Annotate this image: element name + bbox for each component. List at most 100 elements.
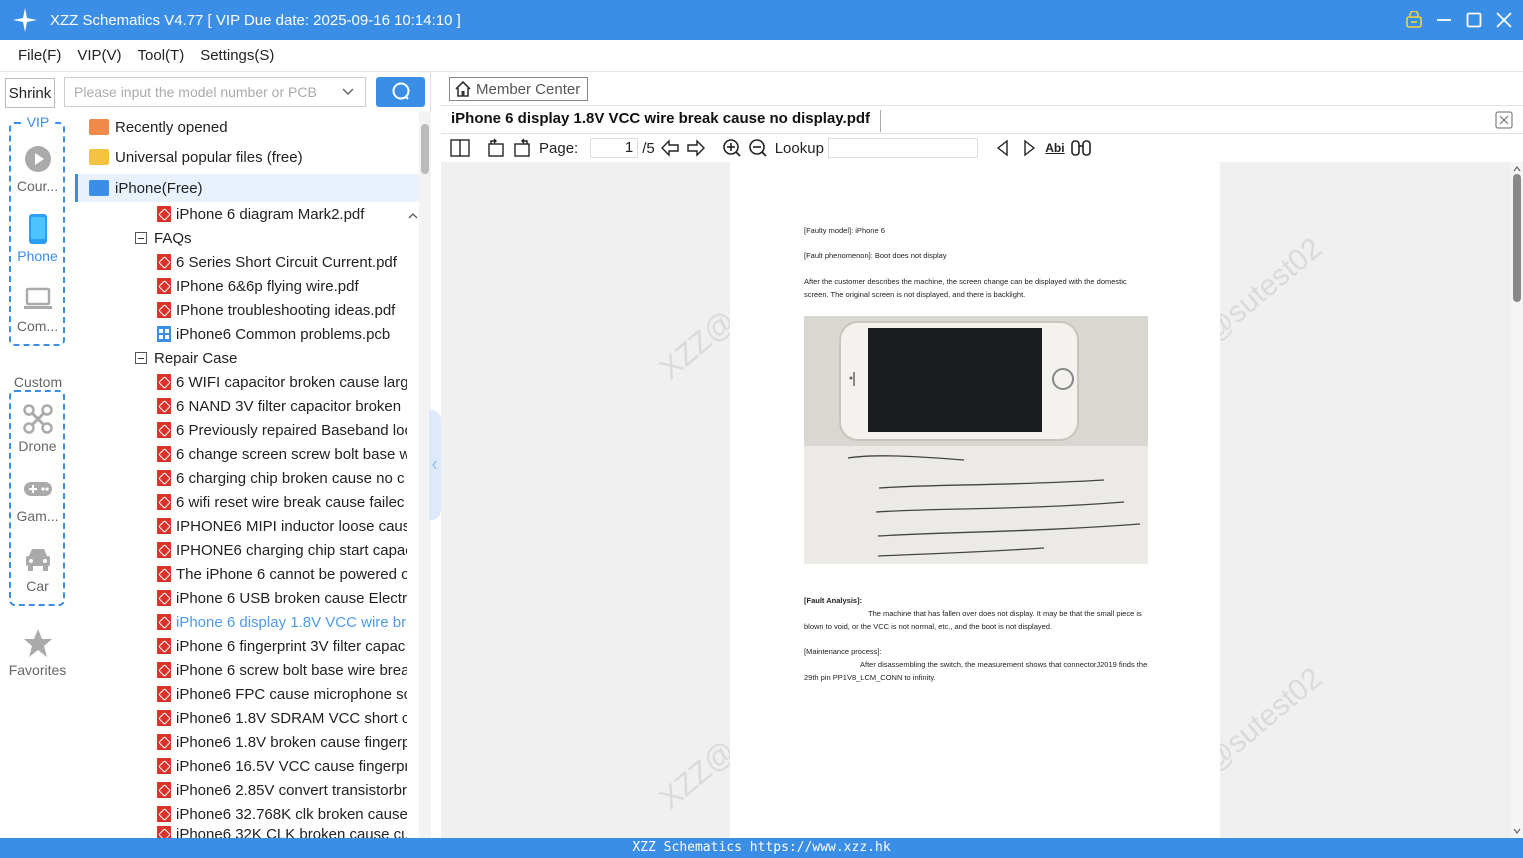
tree-file[interactable]: iPhone6 1.8V broken cause fingerp (157, 730, 407, 754)
tree-file[interactable]: 6 WIFI capacitor broken cause larg (157, 370, 407, 394)
tree-file[interactable]: iPhone6 FPC cause microphone sc (157, 682, 407, 706)
search-input[interactable]: Please input the model number or PCB (64, 77, 366, 107)
app-logo-icon (12, 7, 38, 33)
close-tab-icon[interactable] (1495, 111, 1513, 129)
laptop-icon (23, 284, 53, 314)
home-icon (454, 80, 472, 98)
lookup-label: Lookup (774, 139, 824, 157)
nav-item-label: Car (26, 578, 49, 594)
shrink-button[interactable]: Shrink (5, 78, 55, 108)
lookup-input[interactable] (827, 138, 978, 158)
pdf-icon (157, 302, 171, 318)
tree-folder-iphone[interactable]: iPhone(Free) (75, 174, 419, 202)
tree-file[interactable]: The iPhone 6 cannot be powered o (157, 562, 407, 586)
phone-photo (804, 316, 1148, 564)
tree-file[interactable]: iPhone 6 fingerprint 3V filter capac (157, 634, 407, 658)
tree-group-label: Repair Case (154, 349, 238, 367)
nav-item-computer[interactable]: Com... (0, 284, 75, 334)
collapse-icon[interactable] (135, 232, 147, 244)
nav-item-courses[interactable]: Cour... (0, 144, 75, 194)
nav-item-game[interactable]: Gam... (0, 474, 75, 524)
tree-file[interactable]: iPhone6 16.5V VCC cause fingerpri (157, 754, 407, 778)
tree-file[interactable]: iPhone6 Common problems.pcb (157, 322, 419, 346)
tree-file[interactable]: IPhone 6&6p flying wire.pdf (157, 274, 419, 298)
tree-file-label: iPhone 6 screw bolt base wire brea (176, 661, 407, 679)
tree-file-label: 6 charging chip broken cause no c (176, 469, 405, 487)
tree-folder-recent[interactable]: Recently opened (75, 115, 419, 139)
pdf-icon (157, 710, 171, 726)
tree-file-label: 6 change screen screw bolt base w (176, 445, 407, 463)
tree-file[interactable]: iPhone 6 USB broken cause Electri (157, 586, 407, 610)
tree-file-label: IPHONE6 MIPI inductor loose caus (176, 517, 407, 535)
tree-file-label: 6 wifi reset wire break cause failec (176, 493, 405, 511)
tree-file-label: 6 WIFI capacitor broken cause larg (176, 373, 407, 391)
zoom-in-icon[interactable] (721, 137, 743, 159)
search-placeholder: Please input the model number or PCB (74, 84, 317, 100)
tree-file[interactable]: iPhone 6 screw bolt base wire brea (157, 658, 407, 682)
tree-file-label: iPhone 6 USB broken cause Electri (176, 589, 407, 607)
document-scrollbar-thumb[interactable] (1513, 174, 1521, 302)
member-center-button[interactable]: Member Center (449, 77, 588, 101)
menu-tool[interactable]: Tool(T) (138, 47, 185, 64)
next-result-icon[interactable] (1018, 137, 1040, 159)
sidebar-toggle-icon[interactable] (449, 137, 471, 159)
tree-file-active[interactable]: iPhone 6 display 1.8V VCC wire bre (157, 610, 407, 634)
tree-file[interactable]: iPhone6 2.85V convert transistorbr (157, 778, 407, 802)
menu-file[interactable]: File(F) (18, 47, 61, 64)
tree-file[interactable]: IPhone troubleshooting ideas.pdf (157, 298, 419, 322)
menu-settings[interactable]: Settings(S) (200, 47, 274, 64)
previous-result-icon[interactable] (992, 137, 1014, 159)
tree-file[interactable]: iPhone6 32.768K clk broken cause (157, 802, 407, 826)
rotate-left-icon[interactable] (485, 137, 507, 159)
find-all-icon[interactable] (1070, 137, 1092, 159)
close-button[interactable] (1493, 9, 1515, 31)
member-center-label: Member Center (476, 80, 581, 98)
document-scrollbar[interactable] (1511, 162, 1523, 838)
collapse-icon[interactable] (135, 352, 147, 364)
document-viewer: Member Center iPhone 6 display 1.8V VCC … (441, 72, 1523, 838)
nav-item-car[interactable]: Car (0, 544, 75, 594)
chevron-up-icon[interactable] (407, 208, 419, 224)
nav-item-drone[interactable]: Drone (0, 404, 75, 454)
title-bar: XZZ Schematics V4.77 [ VIP Due date: 202… (0, 0, 1523, 40)
tree-file[interactable]: 6 wifi reset wire break cause failec (157, 490, 407, 514)
panel-collapse-handle[interactable] (429, 410, 441, 520)
tree-file-label: The iPhone 6 cannot be powered o (176, 565, 407, 583)
nav-item-phone[interactable]: Phone (0, 214, 75, 264)
tree-file[interactable]: 6 Series Short Circuit Current.pdf (157, 250, 419, 274)
document-canvas[interactable]: XZZ@sutest02 XZZ@sutest02 XZZ@sutest02 X… (441, 162, 1523, 838)
zoom-out-icon[interactable] (747, 137, 769, 159)
rotate-right-icon[interactable] (511, 137, 533, 159)
lock-icon[interactable] (1403, 9, 1425, 31)
maximize-button[interactable] (1463, 9, 1485, 31)
menu-vip[interactable]: VIP(V) (77, 47, 121, 64)
tree-file[interactable]: IPHONE6 MIPI inductor loose caus (157, 514, 407, 538)
page-number-input[interactable]: 1 (590, 138, 639, 158)
pdf-icon (157, 590, 171, 606)
document-tab[interactable]: iPhone 6 display 1.8V VCC wire break cau… (451, 110, 882, 132)
tree-file[interactable]: iPhone6 1.8V SDRAM VCC short cir (157, 706, 407, 730)
tree-group-faqs[interactable]: FAQs (135, 226, 419, 250)
tree-file[interactable]: 6 change screen screw bolt base w (157, 442, 407, 466)
page-label: Page: (539, 139, 579, 157)
page-total: /5 (642, 139, 655, 157)
tree-file[interactable]: iPhone6 32K CLK broken cause cu (157, 826, 407, 838)
tree-file[interactable]: 6 Previously repaired Baseband loc (157, 418, 407, 442)
tree-file[interactable]: 6 charging chip broken cause no c (157, 466, 407, 490)
tree-file[interactable]: IPHONE6 charging chip start capac (157, 538, 407, 562)
chevron-down-icon[interactable] (341, 84, 355, 101)
match-case-icon[interactable]: Abi (1044, 137, 1066, 159)
tree-file-label: IPhone 6&6p flying wire.pdf (176, 277, 359, 295)
arrow-right-icon[interactable] (685, 137, 707, 159)
tree-file[interactable]: 6 NAND 3V filter capacitor broken (157, 394, 407, 418)
tree-file[interactable]: iPhone 6 diagram Mark2.pdf (157, 202, 419, 226)
folder-icon (89, 149, 109, 165)
tree-folder-popular[interactable]: Universal popular files (free) (75, 145, 419, 169)
tree-group-repair-case[interactable]: Repair Case (135, 346, 419, 370)
minimize-button[interactable] (1433, 9, 1455, 31)
tree-scrollbar-thumb[interactable] (421, 124, 429, 174)
status-bar: XZZ Schematics https://www.xzz.hk (0, 838, 1523, 858)
nav-item-favorites[interactable]: Favorites (0, 628, 75, 678)
arrow-left-icon[interactable] (659, 137, 681, 159)
search-button[interactable] (376, 77, 425, 107)
